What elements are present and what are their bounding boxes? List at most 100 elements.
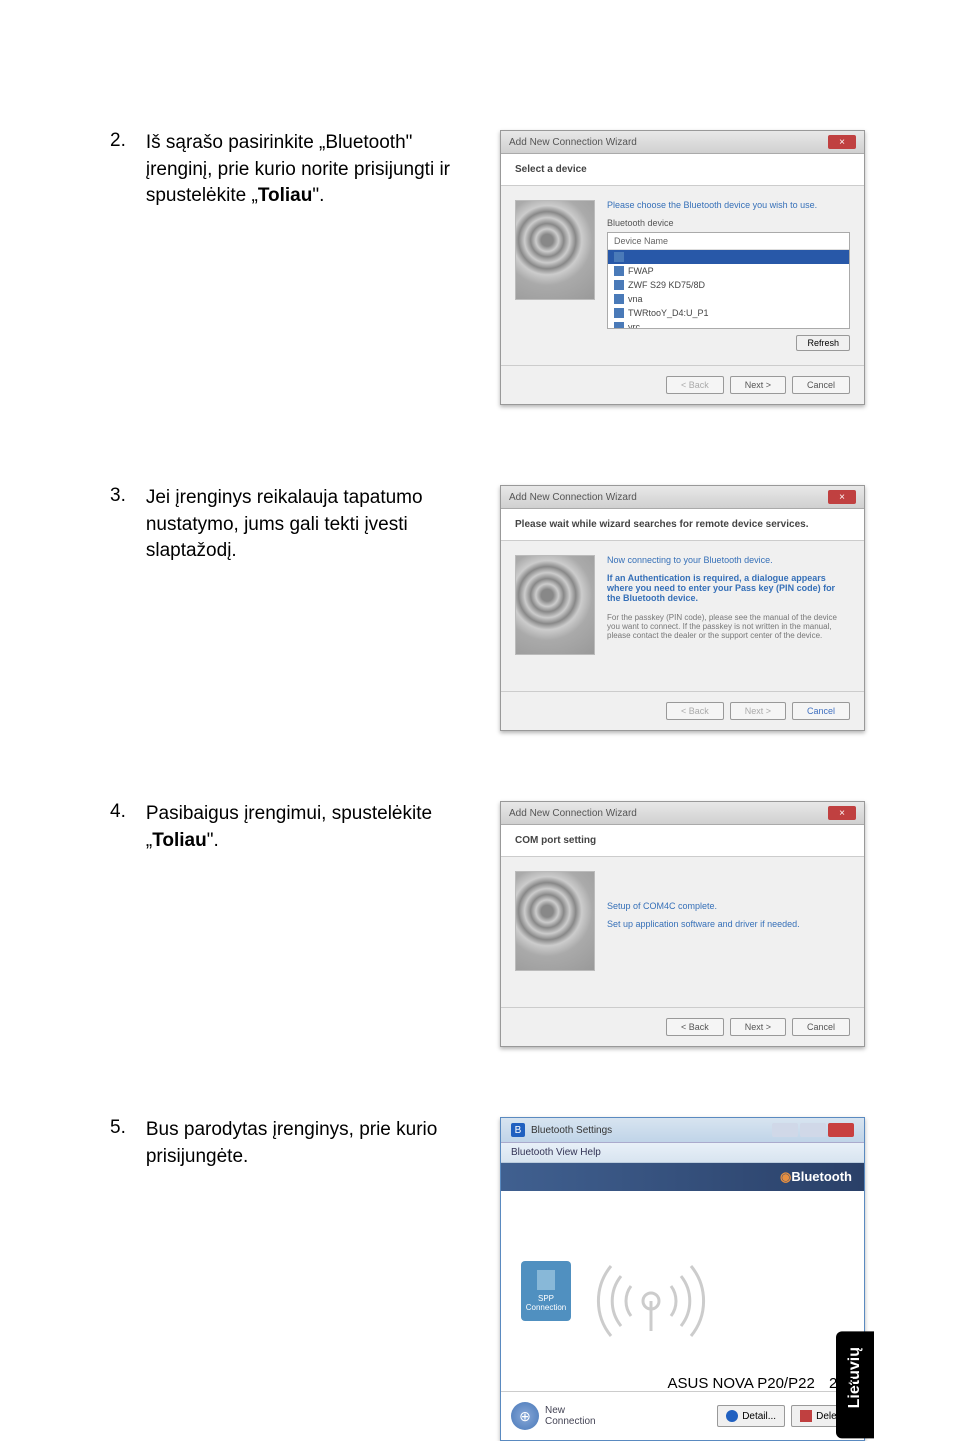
wizard-graphic (515, 871, 595, 971)
wizard-content: Now connecting to your Bluetooth device.… (607, 555, 850, 677)
wizard-title-text: Add New Connection Wizard (509, 808, 637, 819)
wizard-footer: < Back Next > Cancel (501, 1007, 864, 1046)
minimize-icon[interactable] (772, 1123, 798, 1137)
close-icon[interactable] (828, 1123, 854, 1137)
wizard-footer: < Back Next > Cancel (501, 365, 864, 404)
wizard-content: Please choose the Bluetooth device you w… (607, 200, 850, 351)
window-controls (772, 1123, 854, 1137)
device-item[interactable]: vna (608, 292, 849, 306)
product-name: ASUS NOVA P20/P22 (667, 1375, 814, 1392)
step-5: 5. Bus parodytas įrenginys, prie kurio p… (110, 1117, 854, 1441)
step-number: 2. (110, 130, 126, 210)
device-item[interactable]: ZWF S29 KD75/8D (608, 278, 849, 292)
wizard-titlebar: Add New Connection Wizard × (501, 486, 864, 509)
wizard-header: Please wait while wizard searches for re… (501, 509, 864, 541)
device-item[interactable] (608, 250, 849, 264)
wizard-titlebar: Add New Connection Wizard × (501, 131, 864, 154)
new-connection-label: New Connection (545, 1405, 596, 1427)
new-connection[interactable]: ⊕ New Connection (511, 1402, 596, 1430)
step-description: Jei įrenginys reikalauja tapatumo nustat… (146, 485, 470, 565)
back-button[interactable]: < Back (666, 376, 724, 394)
wizard-graphic (515, 555, 595, 655)
device-item[interactable]: vrc (608, 320, 849, 328)
wizard-graphic (515, 200, 595, 300)
next-button[interactable]: Next > (730, 1018, 786, 1036)
device-list[interactable]: Device Name FWAP ZWF S29 KD75/8D vna TWR… (607, 232, 850, 329)
step-description: Iš sąrašo pasirinkite „Bluetooth" įrengi… (146, 130, 470, 210)
next-button[interactable]: Next > (730, 376, 786, 394)
bt-main-area: SPP Connection (501, 1191, 864, 1391)
delete-icon (800, 1410, 812, 1422)
step-text: 2. Iš sąrašo pasirinkite „Bluetooth" įre… (110, 130, 470, 210)
signal-icon (591, 1241, 711, 1341)
bt-titlebar: B Bluetooth Settings (501, 1118, 864, 1143)
refresh-button[interactable]: Refresh (796, 335, 850, 351)
step-text: 3. Jei įrenginys reikalauja tapatumo nus… (110, 485, 470, 565)
detail-button[interactable]: Detail... (717, 1405, 785, 1427)
wizard-titlebar: Add New Connection Wizard × (501, 802, 864, 825)
spp-label: SPP (538, 1294, 554, 1303)
spp-connection-icon[interactable]: SPP Connection (521, 1261, 571, 1321)
next-button[interactable]: Next > (730, 702, 786, 720)
step-4: 4. Pasibaigus įrengimui, spustelėkite „T… (110, 801, 854, 1047)
wizard-select-device: Add New Connection Wizard × Select a dev… (500, 130, 865, 405)
step-description: Bus parodytas įrenginys, prie kurio pris… (146, 1117, 470, 1170)
connect-line: Now connecting to your Bluetooth device. (607, 555, 850, 565)
bt-banner: ◉Bluetooth (501, 1163, 864, 1191)
back-button[interactable]: < Back (666, 702, 724, 720)
step-number: 4. (110, 801, 126, 854)
device-icon (614, 308, 624, 318)
wizard-searching: Add New Connection Wizard × Please wait … (500, 485, 865, 731)
refresh-row: Refresh (607, 335, 850, 351)
close-icon[interactable]: × (828, 490, 856, 504)
wizard-title-text: Add New Connection Wizard (509, 137, 637, 148)
section-label: Bluetooth device (607, 218, 850, 228)
device-icon (614, 322, 624, 328)
wizard-body: Please choose the Bluetooth device you w… (501, 186, 864, 365)
close-icon[interactable]: × (828, 135, 856, 149)
bt-menubar[interactable]: Bluetooth View Help (501, 1143, 864, 1163)
close-icon[interactable]: × (828, 806, 856, 820)
device-icon (614, 294, 624, 304)
step-text: 4. Pasibaigus įrengimui, spustelėkite „T… (110, 801, 470, 854)
cancel-button[interactable]: Cancel (792, 1018, 850, 1036)
device-list-body: FWAP ZWF S29 KD75/8D vna TWRtooY_D4:U_P1… (608, 250, 849, 328)
page-footer: ASUS NOVA P20/P22 245 (667, 1375, 854, 1392)
chip-icon (537, 1270, 555, 1290)
auth-line: If an Authentication is required, a dial… (607, 573, 850, 603)
setup-complete: Setup of COM4C complete. (607, 901, 850, 911)
device-item[interactable]: FWAP (608, 264, 849, 278)
cancel-button[interactable]: Cancel (792, 702, 850, 720)
window-icon-title: B Bluetooth Settings (511, 1123, 612, 1137)
wizard-prompt: Please choose the Bluetooth device you w… (607, 200, 850, 210)
wizard-header: Select a device (501, 154, 864, 186)
device-item[interactable]: TWRtooY_D4:U_P1 (608, 306, 849, 320)
bt-bottom-bar: ⊕ New Connection Detail... Delete (501, 1391, 864, 1440)
wizard-footer: < Back Next > Cancel (501, 691, 864, 730)
bluetooth-settings-window: B Bluetooth Settings Bluetooth View Help… (500, 1117, 865, 1441)
page-number: 245 (829, 1375, 854, 1392)
spp-sub: Connection (526, 1303, 566, 1312)
device-icon (614, 280, 624, 290)
step-3: 3. Jei įrenginys reikalauja tapatumo nus… (110, 485, 854, 731)
step-image: Add New Connection Wizard × Please wait … (500, 485, 865, 731)
wizard-title-text: Add New Connection Wizard (509, 492, 637, 503)
device-icon (614, 266, 624, 276)
step-image: Add New Connection Wizard × COM port set… (500, 801, 865, 1047)
wizard-header: COM port setting (501, 825, 864, 857)
wizard-content: Setup of COM4C complete. Set up applicat… (607, 871, 850, 993)
bluetooth-icon: B (511, 1123, 525, 1137)
banner-text: Bluetooth (791, 1169, 852, 1184)
step-image: B Bluetooth Settings Bluetooth View Help… (500, 1117, 865, 1441)
bt-title-text: Bluetooth Settings (531, 1125, 612, 1136)
step-description: Pasibaigus įrengimui, spustelėkite „Toli… (146, 801, 470, 854)
setup-note: Set up application software and driver i… (607, 919, 850, 929)
info-icon (726, 1410, 738, 1422)
cancel-button[interactable]: Cancel (792, 376, 850, 394)
banner-icon: ◉ (780, 1169, 791, 1184)
wizard-body: Setup of COM4C complete. Set up applicat… (501, 857, 864, 1007)
new-connection-icon: ⊕ (511, 1402, 539, 1430)
maximize-icon[interactable] (800, 1123, 826, 1137)
device-icon (614, 252, 624, 262)
back-button[interactable]: < Back (666, 1018, 724, 1036)
